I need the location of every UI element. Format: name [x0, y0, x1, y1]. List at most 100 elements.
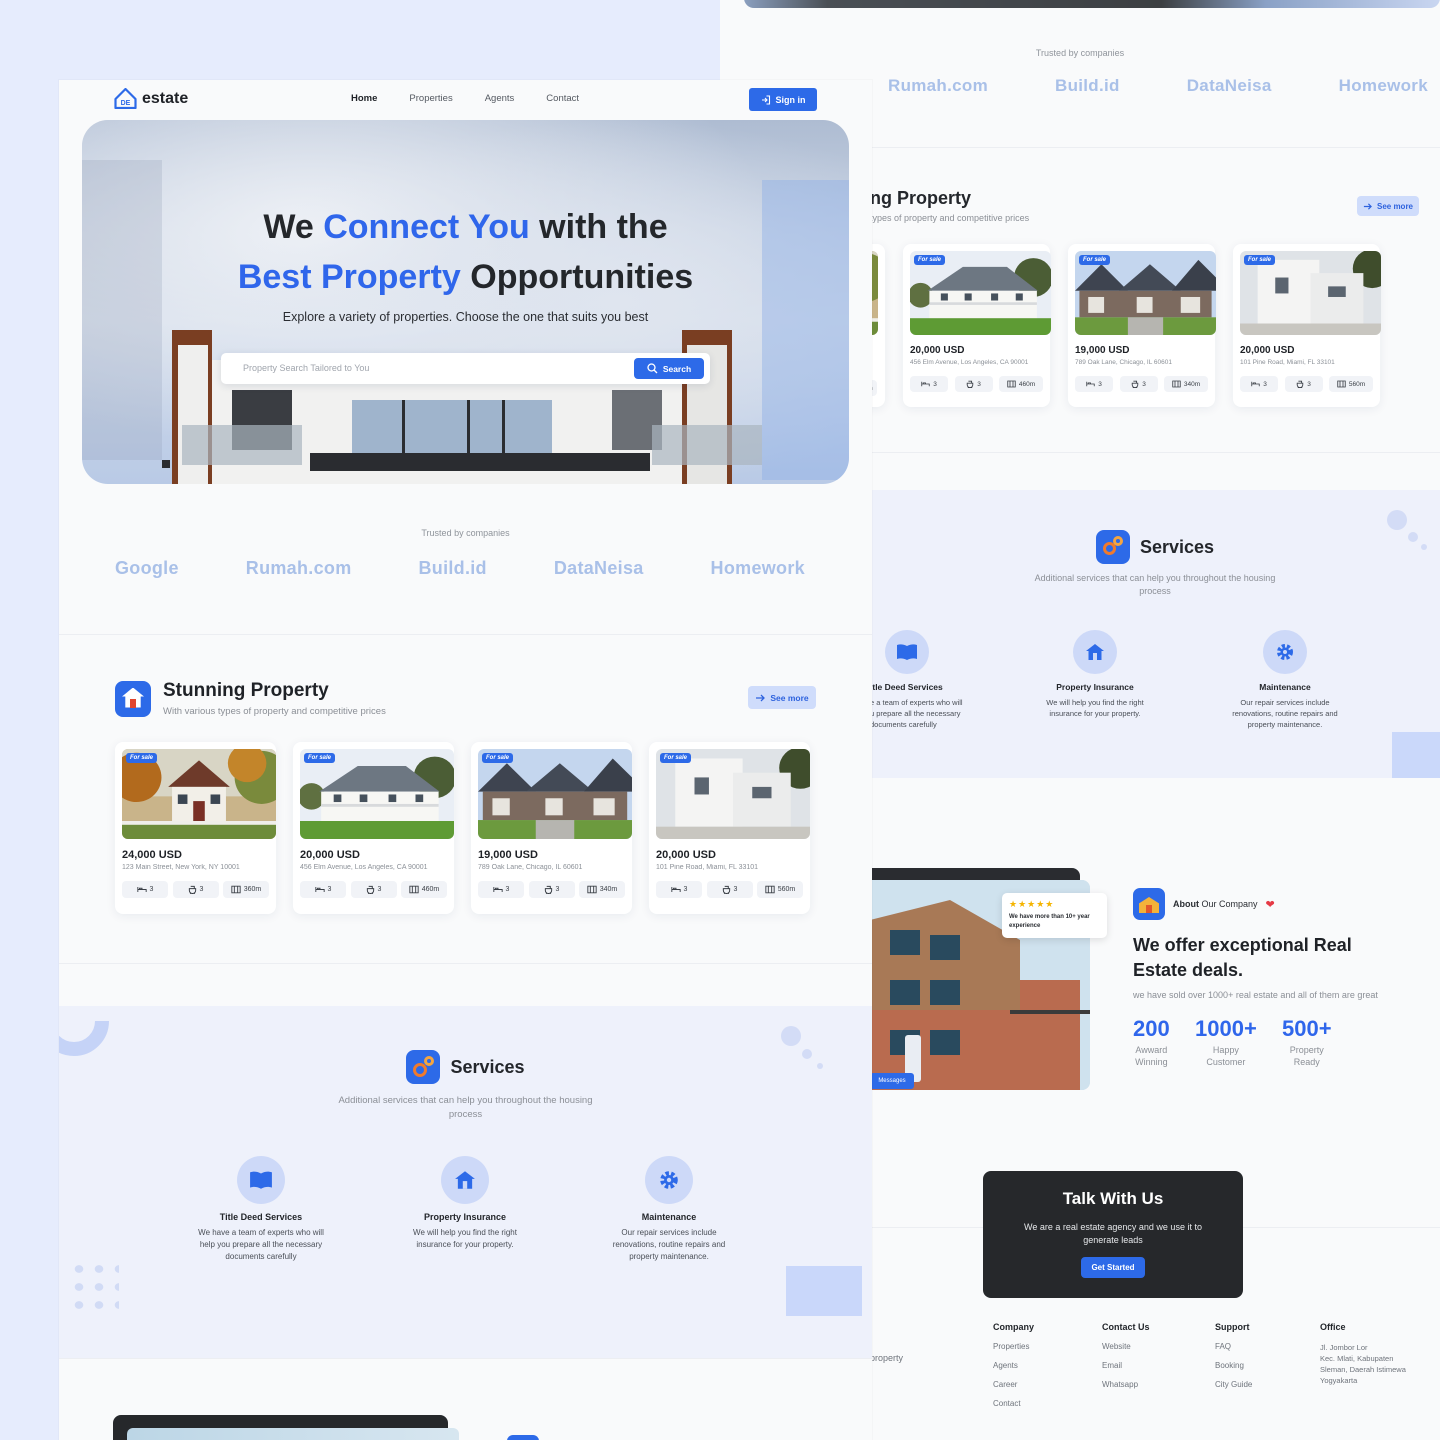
bath-spec: 3 — [528, 881, 575, 898]
nav-home[interactable]: Home — [351, 93, 377, 104]
divider — [59, 963, 872, 964]
service-property-insurance[interactable]: Property Insurance We will help you find… — [1020, 630, 1170, 719]
get-started-button[interactable]: Get Started — [1081, 1257, 1145, 1278]
area-icon — [1007, 380, 1016, 388]
property-card[interactable]: For sale 20,000 USD 101 Pine Road, Miami… — [649, 742, 810, 914]
company-logo: Rumah.com — [245, 558, 352, 578]
property-address: 789 Oak Lane, Chicago, IL 60601 — [1075, 359, 1172, 366]
company-logo: Build.id — [1055, 76, 1120, 95]
property-address: 123 Main Street, New York, NY 10001 — [122, 864, 240, 871]
nav-links: Home Properties Agents Contact — [351, 93, 579, 104]
divider — [870, 147, 1440, 148]
for-sale-badge: For sale — [660, 753, 692, 763]
company-logo: Rumah.com — [888, 76, 988, 95]
decorative-dot-grid — [69, 1260, 119, 1310]
service-maintenance[interactable]: Maintenance Our repair services include … — [1210, 630, 1360, 730]
property-card[interactable]: For sale 19,000 USD 789 Oak Lane, Chicag… — [1068, 244, 1215, 407]
footer-link[interactable]: Email — [1102, 1361, 1150, 1370]
bed-spec: 3 — [656, 881, 702, 898]
property-price: 20,000 USD — [910, 345, 965, 356]
company-logo: DataNeisa — [553, 558, 644, 578]
search-icon — [647, 363, 658, 374]
for-sale-badge: For sale — [482, 753, 514, 763]
bed-icon — [671, 885, 681, 894]
service-maintenance[interactable]: Maintenance Our repair services include … — [589, 1156, 749, 1263]
services-heading: Services — [59, 1050, 872, 1084]
hero-title: We Connect You with the Best Property Op… — [237, 208, 694, 296]
trusted-label: Trusted by companies — [421, 528, 510, 538]
property-card[interactable]: For sale 20,000 USD 456 Elm Avenue, Los … — [293, 742, 454, 914]
footer-link[interactable]: Agents — [993, 1361, 1034, 1370]
bath-spec: 3 — [1119, 376, 1158, 392]
bath-icon — [722, 885, 731, 894]
about-label: About Our Company ❤ — [1133, 888, 1275, 920]
area-spec: 340m — [579, 881, 625, 898]
see-more-button[interactable]: See more — [748, 686, 816, 709]
messages-chip[interactable]: Messages — [870, 1073, 914, 1089]
bath-spec: 3 — [1284, 376, 1323, 392]
property-section-header: Stunning Property With various types of … — [115, 680, 386, 717]
property-photo: For sale — [910, 251, 1051, 335]
about-subtitle: we have sold over 1000+ real estate and … — [1133, 990, 1378, 1000]
property-price: 24,000 USD — [122, 849, 182, 861]
service-property-insurance[interactable]: Property Insurance We will help you find… — [385, 1156, 545, 1251]
bed-spec: 3 — [300, 881, 346, 898]
search-input[interactable]: Property Search Tailored to You — [243, 363, 369, 373]
navbar: DE estate Home Properties Agents Contact… — [59, 88, 872, 112]
property-card[interactable]: For sale 24,000 USD 123 Main Street, New… — [115, 742, 276, 914]
service-title-deed[interactable]: Title Deed Services We have a team of ex… — [181, 1156, 341, 1263]
sign-in-button[interactable]: Sign in — [749, 88, 817, 111]
brand-logo[interactable]: DE estate — [114, 88, 188, 109]
property-address: 456 Elm Avenue, Los Angeles, CA 90001 — [910, 359, 1029, 366]
bed-icon — [1251, 380, 1260, 388]
nav-agents[interactable]: Agents — [485, 93, 515, 104]
nav-properties[interactable]: Properties — [409, 93, 452, 104]
area-spec: 560m — [1329, 376, 1373, 392]
gears-icon — [406, 1050, 441, 1084]
footer-link[interactable]: Whatsapp — [1102, 1380, 1150, 1389]
property-card[interactable]: For sale 20,000 USD 456 Elm Avenue, Los … — [903, 244, 1050, 407]
section-subtitle: types of property and competitive prices — [870, 213, 1030, 223]
gear-icon — [1263, 630, 1307, 674]
for-sale-badge: For sale — [1244, 255, 1276, 265]
bath-icon — [1131, 380, 1139, 388]
bed-spec: 3 — [910, 376, 948, 392]
hero-background — [82, 120, 849, 484]
decorative-arc — [59, 1021, 109, 1056]
property-card[interactable]: For sale 20,000 USD 101 Pine Road, Miami… — [1233, 244, 1380, 407]
services-title: Services — [1139, 536, 1215, 557]
footer-link[interactable]: Contact — [993, 1399, 1034, 1408]
property-price: 20,000 USD — [300, 849, 360, 861]
divider — [59, 1358, 872, 1359]
property-search-bar: Property Search Tailored to You Search — [221, 353, 710, 384]
property-photo: For sale — [300, 749, 454, 839]
search-button[interactable]: Search — [634, 358, 704, 379]
bed-icon — [315, 885, 325, 894]
footer-link[interactable]: Properties — [993, 1342, 1034, 1351]
footer-link[interactable]: Website — [1102, 1342, 1150, 1351]
footer-link[interactable]: City Guide — [1215, 1380, 1252, 1389]
bath-spec: 3 — [172, 881, 219, 898]
divider — [59, 634, 872, 635]
see-more-button[interactable]: See more — [1357, 196, 1419, 216]
property-card[interactable]: For sale 19,000 USD 789 Oak Lane, Chicag… — [471, 742, 632, 914]
footer-link[interactable]: Career — [993, 1380, 1034, 1389]
section-title: ng Property — [870, 188, 972, 208]
bed-spec: 3 — [478, 881, 524, 898]
stat-customers: 1000+ Happy Customer — [1195, 1016, 1257, 1067]
footer-company: Company Properties Agents Career Contact — [993, 1322, 1035, 1408]
decorative-square — [786, 1266, 862, 1316]
experience-text: We have more than 10+ year experience — [1009, 914, 1090, 929]
property-address: 456 Elm Avenue, Los Angeles, CA 90001 — [300, 864, 428, 871]
book-icon — [885, 630, 929, 674]
services-heading: Services — [870, 530, 1440, 564]
property-cards: NY 10001 360m For sale 20,000 USD 456 El… — [840, 244, 1380, 407]
area-icon — [587, 885, 597, 894]
bed-spec: 3 — [1075, 376, 1113, 392]
service-title-deed[interactable]: itle Deed Services e a team of experts w… — [870, 630, 990, 730]
footer-link[interactable]: FAQ — [1215, 1342, 1252, 1351]
property-photo: For sale — [1075, 251, 1216, 335]
footer-link[interactable]: Booking — [1215, 1361, 1252, 1370]
nav-contact[interactable]: Contact — [546, 93, 579, 104]
services-section: Services Additional services that can he… — [59, 1006, 872, 1358]
